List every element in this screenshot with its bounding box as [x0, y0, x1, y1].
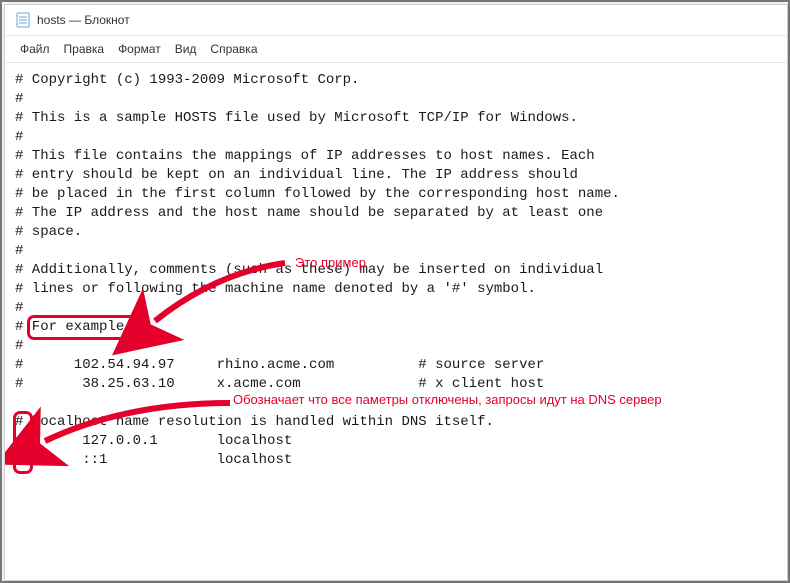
- text-area[interactable]: # Copyright (c) 1993-2009 Microsoft Corp…: [5, 63, 787, 580]
- notepad-icon: [15, 12, 31, 28]
- annotation-hashes: Обозначает что все паметры отключены, за…: [233, 392, 662, 407]
- notepad-window: hosts — Блокнот Файл Правка Формат Вид С…: [4, 4, 788, 581]
- menu-file[interactable]: Файл: [15, 40, 55, 58]
- title-bar: hosts — Блокнот: [5, 5, 787, 36]
- annotation-example: Это пример: [295, 255, 366, 270]
- menu-bar: Файл Правка Формат Вид Справка: [5, 36, 787, 63]
- menu-help[interactable]: Справка: [205, 40, 262, 58]
- menu-view[interactable]: Вид: [170, 40, 202, 58]
- menu-format[interactable]: Формат: [113, 40, 166, 58]
- window-title: hosts — Блокнот: [37, 13, 130, 27]
- menu-edit[interactable]: Правка: [59, 40, 110, 58]
- hosts-file-text: # Copyright (c) 1993-2009 Microsoft Corp…: [15, 71, 620, 470]
